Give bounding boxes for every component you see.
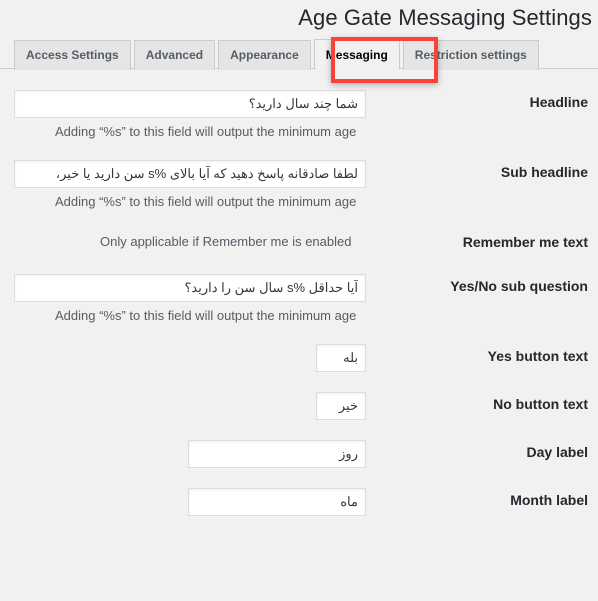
remember-me-field-cell: Only applicable if Remember me is enable… — [0, 220, 380, 264]
tab-restriction-settings[interactable]: Restriction settings — [402, 40, 539, 70]
headline-label: Headline — [529, 94, 588, 110]
headline-input[interactable] — [14, 90, 366, 118]
yes-button-text-input[interactable] — [316, 344, 366, 372]
sub-headline-help-text: Adding “%s” to this field will output th… — [55, 194, 357, 209]
form-row-month-label: Month label — [0, 478, 598, 526]
day-label-input[interactable] — [188, 440, 366, 468]
yes-no-sub-question-field-cell: Adding “%s” to this field will output th… — [0, 264, 380, 334]
headline-field-cell: Adding “%s” to this field will output th… — [0, 80, 380, 150]
yes-no-sub-question-label: Yes/No sub question — [450, 278, 588, 294]
tab-appearance[interactable]: Appearance — [218, 40, 311, 70]
form-row-yes-no-sub-question: Adding “%s” to this field will output th… — [0, 264, 598, 334]
page-title: Age Gate Messaging Settings — [298, 5, 592, 30]
form-row-day-label: Day label — [0, 430, 598, 478]
form-row-headline: Adding “%s” to this field will output th… — [0, 80, 598, 150]
no-button-text-label: No button text — [493, 396, 588, 412]
remember-me-text-label: Remember me text — [462, 234, 588, 250]
page-header: Age Gate Messaging Settings — [0, 0, 598, 33]
sub-headline-input[interactable] — [14, 160, 366, 188]
settings-tab-bar: Access Settings Advanced Appearance Messagi… — [0, 38, 598, 70]
form-row-sub-headline: Adding “%s” to this field will output th… — [0, 150, 598, 220]
yes-button-text-field-cell — [0, 334, 380, 382]
month-label-field-cell — [0, 478, 380, 526]
sub-headline-field-cell: Adding “%s” to this field will output th… — [0, 150, 380, 220]
sub-headline-label: Sub headline — [500, 164, 588, 180]
tab-advanced[interactable]: Advanced — [133, 40, 216, 70]
yes-no-sub-question-help-text: Adding “%s” to this field will output th… — [55, 308, 357, 323]
yes-button-text-label: Yes button text — [487, 348, 588, 364]
tab-access-settings[interactable]: Access Settings — [14, 40, 131, 70]
no-button-text-input[interactable] — [316, 392, 366, 420]
no-button-text-field-cell — [0, 382, 380, 430]
day-label-label: Day label — [526, 444, 588, 460]
headline-help-text: Adding “%s” to this field will output th… — [55, 124, 357, 139]
tab-messaging[interactable]: Messaging — [313, 39, 400, 70]
month-label-label: Month label — [510, 492, 588, 508]
yes-no-sub-question-input[interactable] — [14, 274, 366, 302]
form-row-no-button-text: No button text — [0, 382, 598, 430]
month-label-input[interactable] — [188, 488, 366, 516]
form-row-yes-button-text: Yes button text — [0, 334, 598, 382]
form-row-remember-me-text: Only applicable if Remember me is enable… — [0, 220, 598, 264]
messaging-settings-form: Adding “%s” to this field will output th… — [0, 80, 598, 526]
day-label-field-cell — [0, 430, 380, 478]
remember-me-help-text: Only applicable if Remember me is enable… — [100, 234, 352, 249]
